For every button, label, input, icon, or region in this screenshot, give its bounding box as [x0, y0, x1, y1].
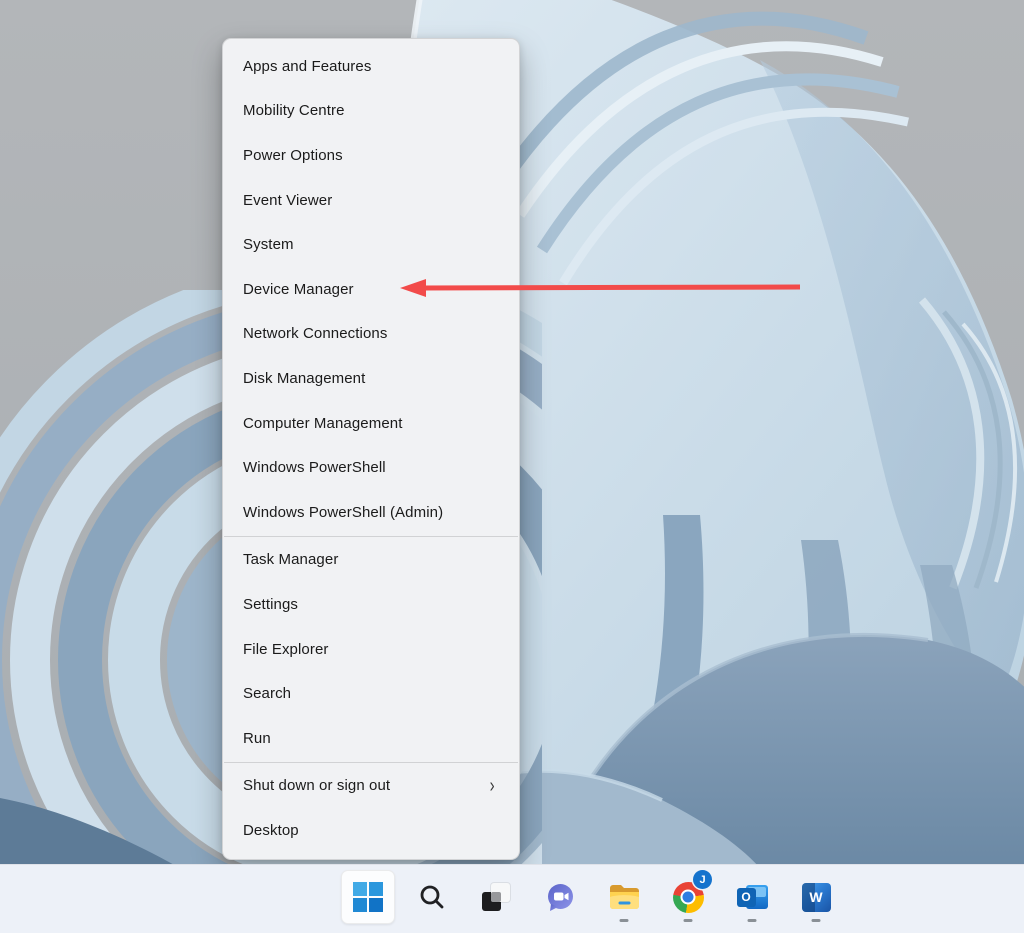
menu-item-windows-powershell-admin[interactable]: Windows PowerShell (Admin) [223, 490, 519, 535]
menu-item-task-manager[interactable]: Task Manager [223, 538, 519, 583]
menu-item-label: Event Viewer [243, 192, 332, 209]
menu-item-shut-down-or-sign-out[interactable]: Shut down or sign out › [223, 764, 519, 809]
menu-item-file-explorer[interactable]: File Explorer [223, 627, 519, 672]
file-explorer-button[interactable] [597, 870, 651, 924]
menu-item-label: Computer Management [243, 415, 402, 432]
menu-item-label: File Explorer [243, 641, 329, 658]
menu-item-label: Shut down or sign out [243, 777, 390, 794]
menu-item-label: Task Manager [243, 551, 338, 568]
menu-item-label: Mobility Centre [243, 102, 345, 119]
winx-menu: Apps and Features Mobility Centre Power Op… [222, 38, 520, 860]
submenu-chevron-icon: › [490, 776, 500, 796]
running-indicator [620, 919, 629, 922]
menu-item-label: Windows PowerShell (Admin) [243, 504, 443, 521]
annotation-arrow-device-manager [396, 274, 806, 302]
menu-item-mobility-centre[interactable]: Mobility Centre [223, 89, 519, 134]
menu-item-label: Apps and Features [243, 58, 371, 75]
outlook-letter: O [737, 888, 756, 907]
menu-separator [224, 536, 518, 537]
word-letter: W [809, 889, 822, 905]
menu-separator [224, 762, 518, 763]
chat-icon [545, 882, 576, 913]
menu-item-run[interactable]: Run [223, 716, 519, 761]
menu-item-label: Desktop [243, 822, 299, 839]
chrome-profile-badge: J [693, 870, 712, 889]
taskbar-icon-row: J O W [341, 870, 843, 924]
menu-item-label: Device Manager [243, 281, 354, 298]
menu-item-label: Windows PowerShell [243, 459, 386, 476]
running-indicator [812, 919, 821, 922]
outlook-button[interactable]: O [725, 870, 779, 924]
file-explorer-icon [609, 884, 640, 911]
task-view-icon [482, 883, 510, 911]
menu-item-label: Disk Management [243, 370, 365, 387]
menu-item-label: System [243, 236, 294, 253]
menu-item-settings[interactable]: Settings [223, 582, 519, 627]
menu-item-label: Network Connections [243, 325, 387, 342]
word-button[interactable]: W [789, 870, 843, 924]
menu-item-event-viewer[interactable]: Event Viewer [223, 178, 519, 223]
word-icon: W [802, 883, 831, 912]
menu-item-search[interactable]: Search [223, 671, 519, 716]
chat-button[interactable] [533, 870, 587, 924]
search-icon [418, 883, 446, 911]
start-button[interactable] [341, 870, 395, 924]
menu-item-apps-and-features[interactable]: Apps and Features [223, 44, 519, 89]
menu-item-disk-management[interactable]: Disk Management [223, 356, 519, 401]
menu-item-label: Settings [243, 596, 298, 613]
task-view-button[interactable] [469, 870, 523, 924]
chrome-button[interactable]: J [661, 870, 715, 924]
menu-item-label: Run [243, 730, 271, 747]
menu-item-label: Search [243, 685, 291, 702]
menu-item-network-connections[interactable]: Network Connections [223, 312, 519, 357]
running-indicator [684, 919, 693, 922]
outlook-icon: O [737, 883, 768, 912]
menu-item-windows-powershell[interactable]: Windows PowerShell [223, 445, 519, 490]
search-button[interactable] [405, 870, 459, 924]
menu-item-system[interactable]: System [223, 222, 519, 267]
menu-item-label: Power Options [243, 147, 343, 164]
windows-logo-icon [353, 882, 383, 912]
menu-item-computer-management[interactable]: Computer Management [223, 401, 519, 446]
menu-item-desktop[interactable]: Desktop [223, 808, 519, 853]
running-indicator [748, 919, 757, 922]
menu-item-power-options[interactable]: Power Options [223, 133, 519, 178]
taskbar: J O W [0, 864, 1024, 933]
